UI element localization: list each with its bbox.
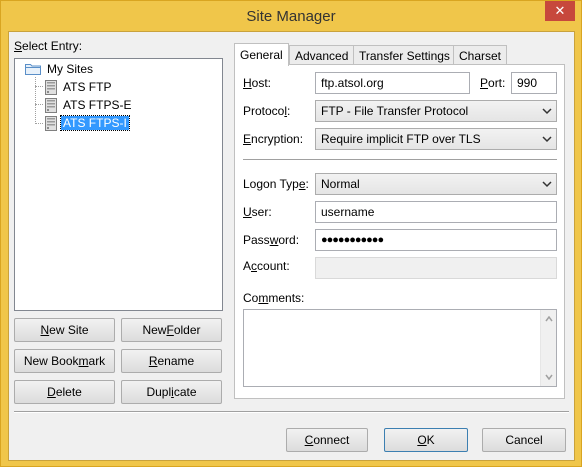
tree-item-label: ATS FTPS-I bbox=[60, 115, 130, 131]
tree-item-label: ATS FTP bbox=[63, 80, 112, 94]
scroll-up-icon[interactable] bbox=[545, 316, 553, 322]
server-icon bbox=[45, 115, 57, 131]
general-tab-panel: Host: ftp.atsol.org Port: 990 Protocol: … bbox=[234, 64, 565, 399]
protocol-label: Protocol: bbox=[243, 104, 291, 118]
password-label: Password: bbox=[243, 233, 300, 247]
tree-connector bbox=[35, 86, 43, 87]
select-entry-label: Select Entry: bbox=[14, 39, 83, 53]
ok-button[interactable]: OK bbox=[384, 428, 468, 452]
chevron-down-icon bbox=[542, 136, 552, 143]
delete-button[interactable]: Delete bbox=[14, 380, 115, 404]
close-button[interactable]: ✕ bbox=[545, 1, 575, 21]
tree-item-ats-ftps-e[interactable]: ATS FTPS-E bbox=[45, 96, 133, 114]
connect-button[interactable]: Connect bbox=[286, 428, 368, 452]
comments-textarea[interactable] bbox=[243, 309, 557, 387]
server-icon bbox=[45, 79, 57, 95]
cancel-button[interactable]: Cancel bbox=[482, 428, 566, 452]
account-label: Account: bbox=[243, 259, 290, 273]
encryption-label: Encryption: bbox=[243, 132, 304, 146]
dialog-body: Select Entry: My Sites ATS FTP ATS FTPS-… bbox=[8, 31, 575, 461]
new-bookmark-button[interactable]: New Book m ark bbox=[14, 349, 115, 373]
logon-type-value: Normal bbox=[321, 177, 360, 191]
tree-item-label: ATS FTPS-E bbox=[63, 98, 132, 112]
tree-connector bbox=[35, 123, 43, 124]
server-icon bbox=[45, 97, 57, 113]
password-input[interactable]: ●●●●●●●●●●● bbox=[315, 229, 557, 251]
footer-separator bbox=[14, 411, 569, 413]
site-manager-window: Site Manager ✕ Select Entry: My Sites AT… bbox=[0, 0, 582, 467]
close-icon: ✕ bbox=[554, 3, 566, 18]
encryption-select[interactable]: Require implicit FTP over TLS bbox=[315, 128, 557, 150]
separator bbox=[243, 159, 557, 161]
tree-item-my-sites[interactable]: My Sites bbox=[25, 60, 95, 78]
host-label: Host: bbox=[243, 76, 272, 90]
title-bar[interactable]: Site Manager ✕ bbox=[1, 1, 581, 31]
comments-scrollbar[interactable] bbox=[540, 310, 556, 386]
logon-type-label: Logon Type: bbox=[243, 177, 309, 191]
encryption-value: Require implicit FTP over TLS bbox=[321, 132, 481, 146]
window-title: Site Manager bbox=[246, 7, 336, 25]
tree-connector bbox=[35, 77, 36, 124]
port-input[interactable]: 990 bbox=[511, 72, 557, 94]
new-site-button[interactable]: New Site bbox=[14, 318, 115, 342]
host-input[interactable]: ftp.atsol.org bbox=[315, 72, 470, 94]
new-folder-button[interactable]: New Folder bbox=[121, 318, 222, 342]
tree-item-label: My Sites bbox=[47, 62, 94, 76]
duplicate-button[interactable]: Dupl i cate bbox=[121, 380, 222, 404]
tree-item-ats-ftps-i[interactable]: ATS FTPS-I bbox=[45, 114, 130, 132]
tab-charset[interactable]: Charset bbox=[453, 45, 508, 65]
port-label: Port: bbox=[480, 76, 506, 90]
tab-transfer-settings[interactable]: Transfer Settings bbox=[353, 45, 456, 65]
comments-label: Comments: bbox=[243, 291, 305, 305]
tab-general[interactable]: General bbox=[234, 43, 289, 66]
chevron-down-icon bbox=[542, 181, 552, 188]
user-label: User: bbox=[243, 205, 272, 219]
site-tree[interactable]: My Sites ATS FTP ATS FTPS-E ATS FTPS-I bbox=[14, 58, 223, 311]
account-input[interactable] bbox=[315, 257, 557, 279]
protocol-select[interactable]: FTP - File Transfer Protocol bbox=[315, 100, 557, 122]
user-input[interactable]: username bbox=[315, 201, 557, 223]
folder-icon bbox=[25, 64, 41, 75]
rename-button[interactable]: Rename bbox=[121, 349, 222, 373]
protocol-value: FTP - File Transfer Protocol bbox=[321, 104, 469, 118]
chevron-down-icon bbox=[542, 108, 552, 115]
tab-advanced[interactable]: Advanced bbox=[289, 45, 355, 65]
logon-type-select[interactable]: Normal bbox=[315, 173, 557, 195]
scroll-down-icon[interactable] bbox=[545, 374, 553, 380]
tree-connector bbox=[35, 104, 43, 105]
tree-item-ats-ftp[interactable]: ATS FTP bbox=[45, 78, 113, 96]
